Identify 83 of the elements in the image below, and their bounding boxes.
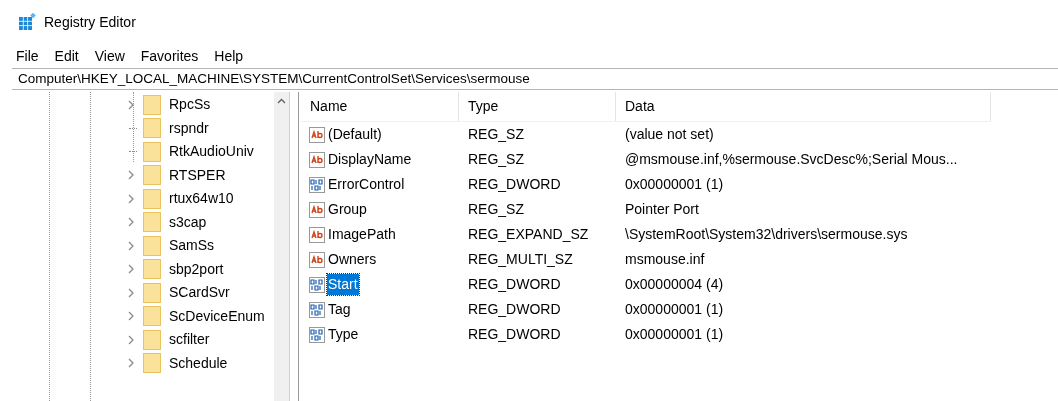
- string-value-icon: [309, 126, 325, 143]
- chevron-right-icon[interactable]: [127, 99, 135, 110]
- tree-item[interactable]: SCardSvr: [169, 282, 230, 304]
- value-name[interactable]: Owners: [327, 249, 378, 270]
- value-name[interactable]: Tag: [327, 299, 352, 320]
- folder-icon: [143, 188, 161, 209]
- value-type: REG_SZ: [467, 150, 525, 169]
- folder-icon: [143, 212, 161, 233]
- column-header[interactable]: Data: [616, 92, 991, 121]
- binary-value-icon: [309, 276, 325, 293]
- value-type: REG_DWORD: [467, 175, 562, 194]
- menu-item[interactable]: Edit: [54, 45, 79, 67]
- tree-item[interactable]: RTSPER: [169, 164, 226, 186]
- tree-item[interactable]: RpcSs: [169, 94, 211, 116]
- value-type: REG_DWORD: [467, 300, 562, 319]
- value-data: 0x00000004 (4): [624, 275, 725, 294]
- value-name[interactable]: ErrorControl: [327, 174, 406, 195]
- value-name[interactable]: DisplayName: [327, 149, 413, 170]
- folder-icon: [143, 235, 161, 256]
- value-type: REG_DWORD: [467, 275, 562, 294]
- value-data: @msmouse.inf,%sermouse.SvcDesc%;Serial Mous...: [624, 150, 959, 169]
- value-type: REG_EXPAND_SZ: [467, 225, 590, 244]
- value-name[interactable]: ImagePath: [327, 224, 397, 245]
- string-value-icon: [309, 226, 325, 243]
- string-value-icon: [309, 151, 325, 168]
- registry-app-icon: [18, 13, 36, 31]
- chevron-right-icon[interactable]: [127, 311, 135, 322]
- binary-value-icon: [309, 176, 325, 193]
- folder-icon: [143, 94, 161, 115]
- folder-icon: [143, 118, 161, 139]
- window-title: Registry Editor: [44, 12, 136, 32]
- column-header[interactable]: Name: [301, 92, 459, 121]
- tree-item[interactable]: Schedule: [169, 352, 228, 374]
- tree-item[interactable]: ScDeviceEnum: [169, 305, 265, 327]
- value-data: Pointer Port: [624, 200, 700, 219]
- chevron-right-icon[interactable]: [127, 358, 135, 369]
- chevron-right-icon[interactable]: [127, 193, 135, 204]
- folder-icon: [143, 306, 161, 327]
- menu-item[interactable]: File: [16, 45, 39, 67]
- menu-item[interactable]: View: [94, 45, 125, 67]
- value-name[interactable]: Start: [327, 274, 359, 295]
- menu-item[interactable]: Help: [214, 45, 244, 67]
- value-data: msmouse.inf: [624, 250, 706, 269]
- value-data: 0x00000001 (1): [624, 325, 725, 344]
- binary-value-icon: [309, 326, 325, 343]
- folder-icon: [143, 329, 161, 350]
- chevron-right-icon[interactable]: [127, 264, 135, 275]
- tree-item[interactable]: RtkAudioUniv: [169, 141, 254, 163]
- scrollbar[interactable]: [274, 92, 289, 401]
- folder-icon: [143, 353, 161, 374]
- address-bar[interactable]: Computer\HKEY_LOCAL_MACHINE\SYSTEM\CurrentControlSet\Services\sermouse: [12, 68, 1058, 90]
- folder-icon: [143, 259, 161, 280]
- value-data: 0x00000001 (1): [624, 300, 725, 319]
- value-type: REG_DWORD: [467, 325, 562, 344]
- folder-icon: [143, 282, 161, 303]
- value-data: \SystemRoot\System32\drivers\sermouse.sys: [624, 225, 909, 244]
- column-header[interactable]: Type: [459, 92, 616, 121]
- chevron-right-icon[interactable]: [127, 287, 135, 298]
- string-value-icon: [309, 201, 325, 218]
- tree-item[interactable]: scfilter: [169, 329, 210, 351]
- value-name[interactable]: Group: [327, 199, 368, 220]
- scroll-up-icon[interactable]: [277, 98, 286, 104]
- tree-item[interactable]: s3cap: [169, 211, 207, 233]
- value-data: (value not set): [624, 125, 715, 144]
- tree-item[interactable]: rtux64w10: [169, 188, 234, 210]
- tree-item[interactable]: sbp2port: [169, 258, 224, 280]
- tree-item[interactable]: rspndr: [169, 117, 209, 139]
- string-value-icon: [309, 251, 325, 268]
- folder-icon: [143, 165, 161, 186]
- value-type: REG_SZ: [467, 125, 525, 144]
- value-name[interactable]: (Default): [327, 124, 383, 145]
- chevron-right-icon[interactable]: [127, 334, 135, 345]
- value-type: REG_SZ: [467, 200, 525, 219]
- tree-item[interactable]: SamSs: [169, 235, 215, 257]
- folder-icon: [143, 141, 161, 162]
- value-data: 0x00000001 (1): [624, 175, 725, 194]
- value-type: REG_MULTI_SZ: [467, 250, 574, 269]
- chevron-right-icon[interactable]: [127, 170, 135, 181]
- menu-item[interactable]: Favorites: [140, 45, 199, 67]
- chevron-right-icon[interactable]: [127, 240, 135, 251]
- value-name[interactable]: Type: [327, 324, 360, 345]
- binary-value-icon: [309, 301, 325, 318]
- chevron-right-icon[interactable]: [127, 217, 135, 228]
